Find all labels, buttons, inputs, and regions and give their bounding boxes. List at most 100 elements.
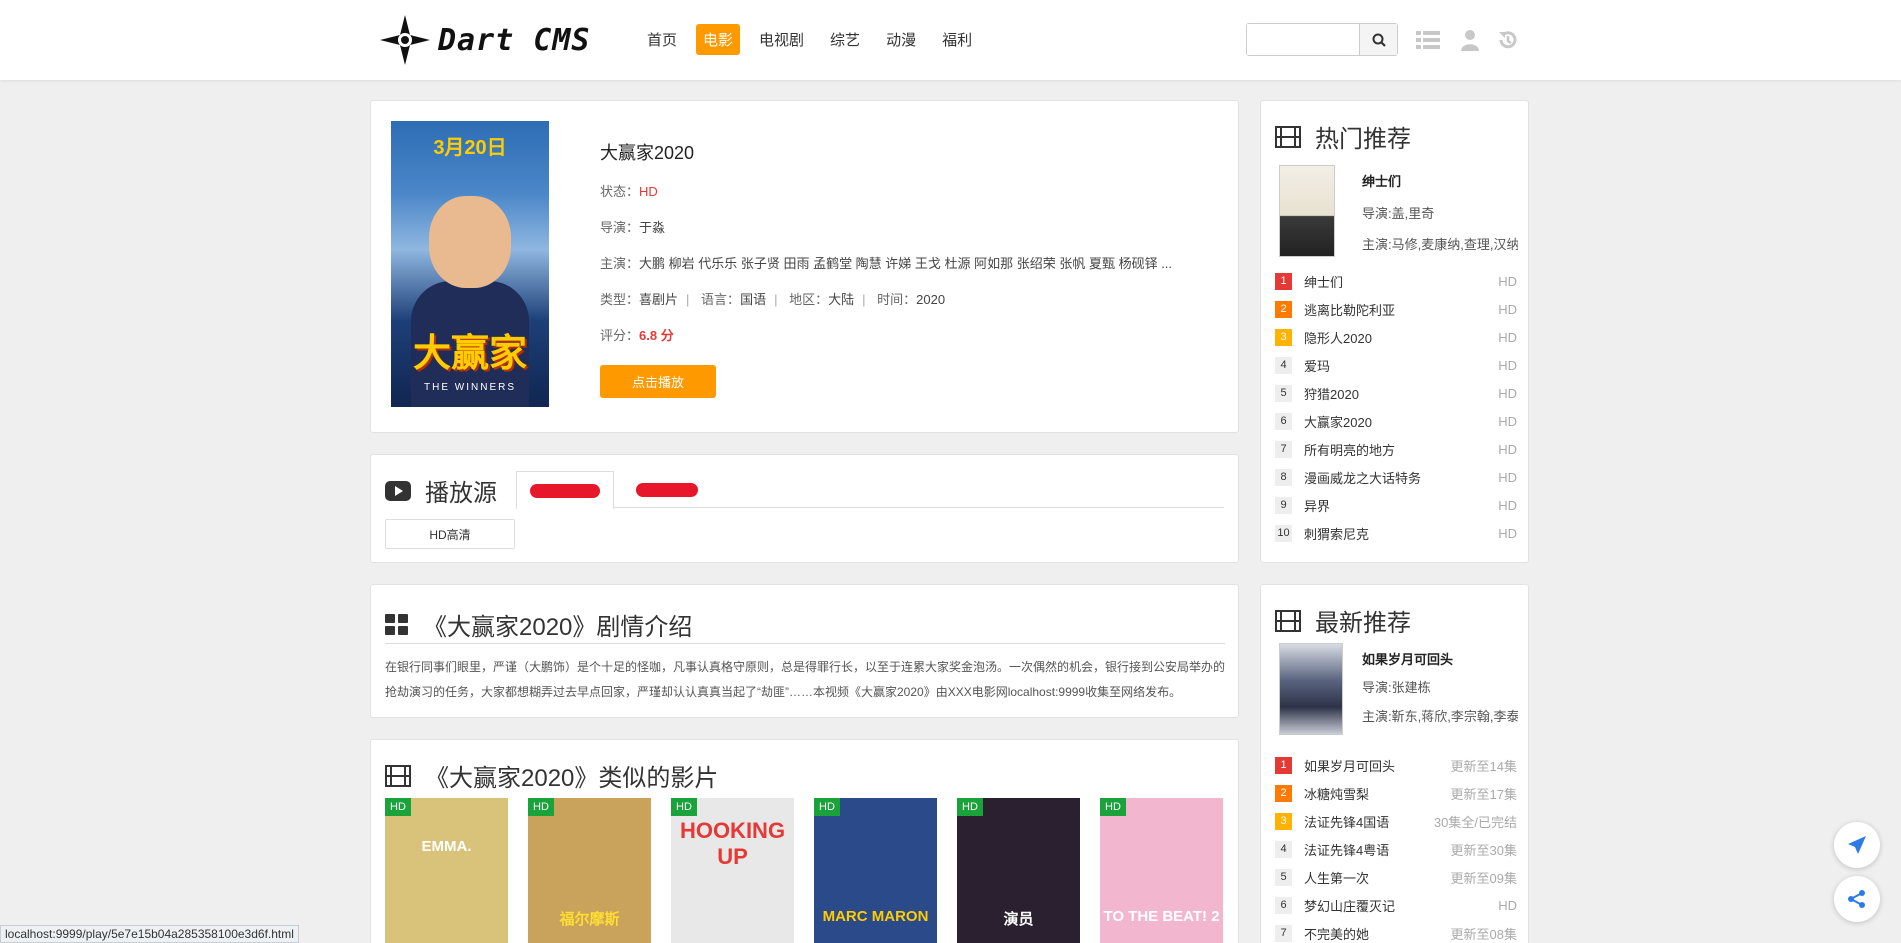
similar-film-card[interactable]: HD EMMA. (385, 798, 508, 943)
play-button[interactable]: 点击播放 (600, 365, 716, 398)
list-icon[interactable] (1416, 28, 1440, 52)
rank-name[interactable]: 异界 (1304, 496, 1498, 515)
rank-name[interactable]: 隐形人2020 (1304, 328, 1498, 347)
compass-star-icon (380, 15, 430, 65)
movie-detail-panel: 3月20日 大赢家 THE WINNERS 大赢家2020 状态：HD 导演：于… (370, 100, 1239, 433)
new-rank-item[interactable]: 2 冰糖炖雪梨 更新至17集 (1275, 779, 1517, 807)
rank-status: 更新至30集 (1450, 842, 1517, 858)
rank-number: 5 (1275, 384, 1292, 402)
similar-films: HD EMMA. HD 福尔摩斯 HD HOOKING UP HD MARC MARON HD 演… (385, 798, 1223, 943)
similar-film-card[interactable]: HD 福尔摩斯 (528, 798, 651, 943)
score-row: 评分：6.8 分 (600, 327, 1229, 363)
lang-link[interactable]: 国语 (740, 292, 766, 307)
rank-number: 2 (1275, 784, 1292, 802)
similar-film-card[interactable]: HD HOOKING UP (671, 798, 794, 943)
cast-list[interactable]: 大鹏 柳岩 代乐乐 张子贤 田雨 孟鹤堂 陶慧 许娣 王戈 杜源 阿如那 张绍荣… (639, 255, 1229, 273)
rank-number: 6 (1275, 896, 1292, 914)
director-link[interactable]: 于淼 (639, 220, 665, 235)
hot-rank-item[interactable]: 6 大赢家2020 HD (1275, 407, 1517, 435)
rank-status: HD (1498, 413, 1517, 429)
nav-tv[interactable]: 电视剧 (752, 24, 811, 55)
new-featured-poster[interactable] (1279, 643, 1343, 735)
similar-film-card[interactable]: HD TO THE BEAT! 2 (1100, 798, 1223, 943)
film-card-title: EMMA. (421, 838, 472, 855)
rank-name[interactable]: 刺猬索尼克 (1304, 524, 1498, 543)
nav-home[interactable]: 首页 (640, 24, 684, 55)
hot-rank-item[interactable]: 10 刺猬索尼克 HD (1275, 519, 1517, 547)
hot-featured[interactable]: 绅士们 导演:盖,里奇 主演:马修,麦康纳,查理,汉纳姆 (1279, 165, 1529, 261)
nav-anime[interactable]: 动漫 (879, 24, 923, 55)
new-rank-item[interactable]: 3 法证先锋4国语 30集全/已完结 (1275, 807, 1517, 835)
hot-rank-item[interactable]: 2 逃离比勒陀利亚 HD (1275, 295, 1517, 323)
rocket-button[interactable] (1834, 822, 1880, 868)
new-rank-item[interactable]: 7 不完美的她 更新至08集 (1275, 919, 1517, 943)
rank-name[interactable]: 如果岁月可回头 (1304, 756, 1451, 775)
plot-title: 《大赢家2020》剧情介绍 (423, 614, 693, 641)
hot-rank-item[interactable]: 9 异界 HD (1275, 491, 1517, 519)
hot-rank-item[interactable]: 5 狩猎2020 HD (1275, 379, 1517, 407)
rank-name[interactable]: 不完美的她 (1304, 924, 1451, 943)
new-rank-item[interactable]: 1 如果岁月可回头 更新至14集 (1275, 751, 1517, 779)
source-tab-1[interactable] (516, 471, 614, 509)
movie-poster[interactable]: 3月20日 大赢家 THE WINNERS (391, 121, 549, 407)
year-link[interactable]: 2020 (916, 292, 945, 307)
history-icon[interactable] (1496, 28, 1520, 52)
genre-link[interactable]: 喜剧片 (639, 292, 678, 307)
rank-name[interactable]: 大赢家2020 (1304, 412, 1498, 431)
hot-rank-item[interactable]: 3 隐形人2020 HD (1275, 323, 1517, 351)
hot-rank-item[interactable]: 4 爱玛 HD (1275, 351, 1517, 379)
new-featured[interactable]: 如果岁月可回头 导演:张建栋 主演:靳东,蒋欣,李宗翰,李泰 (1279, 643, 1529, 739)
film-icon (1275, 125, 1301, 148)
region-link[interactable]: 大陆 (828, 292, 854, 307)
plot-header: 《大赢家2020》剧情介绍 (385, 607, 692, 642)
plot-panel: 《大赢家2020》剧情介绍 在银行同事们眼里，严谨（大鹏饰）是个十足的怪咖，凡事… (370, 584, 1239, 718)
rank-name[interactable]: 狩猎2020 (1304, 384, 1498, 403)
rank-status: 30集全/已完结 (1433, 814, 1517, 830)
new-rank-item[interactable]: 5 人生第一次 更新至09集 (1275, 863, 1517, 891)
rank-number: 3 (1275, 328, 1292, 346)
nav-variety[interactable]: 综艺 (823, 24, 867, 55)
new-rank-item[interactable]: 4 法证先锋4粤语 更新至30集 (1275, 835, 1517, 863)
play-source-title: 播放源 (425, 480, 497, 507)
nav-welfare[interactable]: 福利 (935, 24, 979, 55)
episode-hd-button[interactable]: HD高清 (385, 519, 515, 549)
hot-featured-poster[interactable] (1279, 165, 1335, 257)
search-button[interactable] (1359, 24, 1397, 55)
new-featured-cast: 主演:靳东,蒋欣,李宗翰,李泰 (1362, 709, 1518, 724)
rank-status: 更新至17集 (1450, 786, 1517, 802)
poster-date: 3月20日 (433, 137, 507, 159)
rank-name[interactable]: 梦幻山庄覆灭记 (1304, 896, 1498, 915)
rank-name[interactable]: 爱玛 (1304, 356, 1498, 375)
rank-name[interactable]: 法证先锋4国语 (1304, 812, 1434, 831)
search-box (1246, 23, 1398, 56)
score-label: 评分： (600, 328, 640, 343)
similar-film-card[interactable]: HD 演员 (957, 798, 1080, 943)
rank-name[interactable]: 绅士们 (1304, 272, 1498, 291)
hot-title: 热门推荐 (1315, 126, 1411, 153)
hot-featured-name[interactable]: 绅士们 (1362, 171, 1401, 190)
rank-number: 7 (1275, 924, 1292, 942)
rank-name[interactable]: 所有明亮的地方 (1304, 440, 1498, 459)
hot-rank-item[interactable]: 1 绅士们 HD (1275, 267, 1517, 295)
rank-name[interactable]: 冰糖炖雪梨 (1304, 784, 1451, 803)
rank-name[interactable]: 法证先锋4粤语 (1304, 840, 1451, 859)
source-tab-2[interactable] (636, 483, 698, 497)
search-icon (1372, 33, 1386, 47)
rank-number: 3 (1275, 812, 1292, 830)
new-rank-item[interactable]: 6 梦幻山庄覆灭记 HD (1275, 891, 1517, 919)
logo[interactable]: Dart CMS (380, 14, 591, 66)
hot-rank-item[interactable]: 7 所有明亮的地方 HD (1275, 435, 1517, 463)
share-button[interactable] (1834, 876, 1880, 922)
similar-film-card[interactable]: HD MARC MARON (814, 798, 937, 943)
rank-status: HD (1498, 897, 1517, 913)
hot-rank-item[interactable]: 8 漫画威龙之大话特务 HD (1275, 463, 1517, 491)
new-featured-name[interactable]: 如果岁月可回头 (1362, 649, 1453, 668)
rank-name[interactable]: 人生第一次 (1304, 868, 1451, 887)
meta-row: 类型：喜剧片 | 语言：国语 | 地区：大陆 | 时间：2020 (600, 292, 946, 307)
rank-number: 8 (1275, 468, 1292, 486)
rank-name[interactable]: 逃离比勒陀利亚 (1304, 300, 1498, 319)
user-icon[interactable] (1458, 28, 1482, 52)
search-input[interactable] (1247, 24, 1359, 55)
rank-name[interactable]: 漫画威龙之大话特务 (1304, 468, 1498, 487)
nav-movies[interactable]: 电影 (696, 24, 741, 55)
